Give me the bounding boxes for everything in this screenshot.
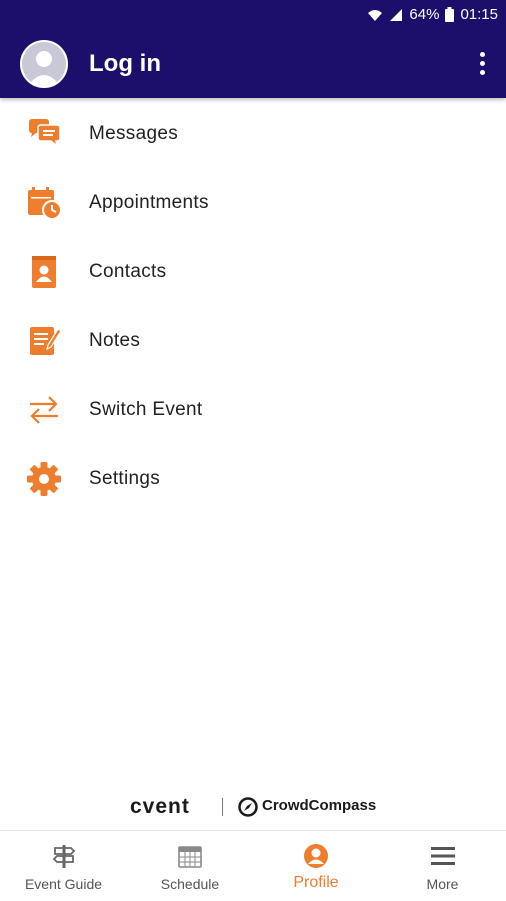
tab-label: Event Guide: [24, 876, 103, 892]
calendar-icon: [178, 846, 202, 868]
calendar-clock-icon: [28, 187, 62, 220]
menu-label: Appointments: [89, 192, 209, 213]
menu-item-messages[interactable]: Messages: [0, 100, 506, 169]
menu-label: Notes: [89, 330, 141, 351]
contact-book-icon: [32, 256, 56, 288]
menu-item-switch-event[interactable]: Switch Event: [0, 376, 506, 445]
gear-icon: [27, 462, 61, 496]
menu-item-settings[interactable]: Settings: [0, 445, 506, 514]
status-icons: 64% 01:15: [367, 6, 498, 23]
bottom-tab-bar: Event Guide Schedule Profile More: [0, 830, 506, 901]
tab-label: More: [426, 876, 459, 892]
cvent-logo: cvent: [130, 795, 190, 818]
wifi-icon: [368, 9, 383, 21]
battery-percent: 64%: [409, 6, 440, 23]
menu-item-contacts[interactable]: Contacts: [0, 238, 506, 307]
brand-divider: [222, 798, 223, 816]
tab-profile[interactable]: Profile: [253, 831, 379, 901]
menu-label: Messages: [89, 123, 178, 144]
swap-arrows-icon: [30, 396, 58, 424]
battery-icon: [445, 7, 455, 22]
chat-icon: [29, 119, 61, 148]
tab-label: Schedule: [160, 876, 220, 892]
brand-footer: cvent CrowdCompass: [0, 795, 506, 819]
crowdcompass-logo-icon: [238, 797, 258, 817]
menu-label: Settings: [89, 468, 161, 489]
profile-icon: [304, 844, 328, 868]
overflow-menu-icon[interactable]: [474, 52, 490, 76]
signpost-icon: [52, 845, 75, 868]
app-bar: Log in: [0, 30, 506, 98]
tab-schedule[interactable]: Schedule: [127, 831, 253, 901]
tab-label: Profile: [293, 874, 339, 891]
tab-event-guide[interactable]: Event Guide: [0, 831, 127, 901]
hamburger-icon: [430, 847, 455, 865]
menu-item-appointments[interactable]: Appointments: [0, 169, 506, 238]
page-title[interactable]: Log in: [89, 50, 161, 78]
crowdcompass-logo: CrowdCompass: [262, 797, 377, 814]
menu-item-notes[interactable]: Notes: [0, 307, 506, 376]
signal-icon: [390, 8, 403, 21]
menu-label: Switch Event: [89, 399, 203, 420]
status-bar: 64% 01:15: [0, 0, 506, 30]
avatar[interactable]: [20, 40, 68, 88]
tab-more[interactable]: More: [379, 831, 506, 901]
user-avatar-icon: [22, 42, 66, 86]
note-icon: [30, 327, 62, 355]
clock: 01:15: [460, 6, 498, 23]
menu-label: Contacts: [89, 261, 167, 282]
